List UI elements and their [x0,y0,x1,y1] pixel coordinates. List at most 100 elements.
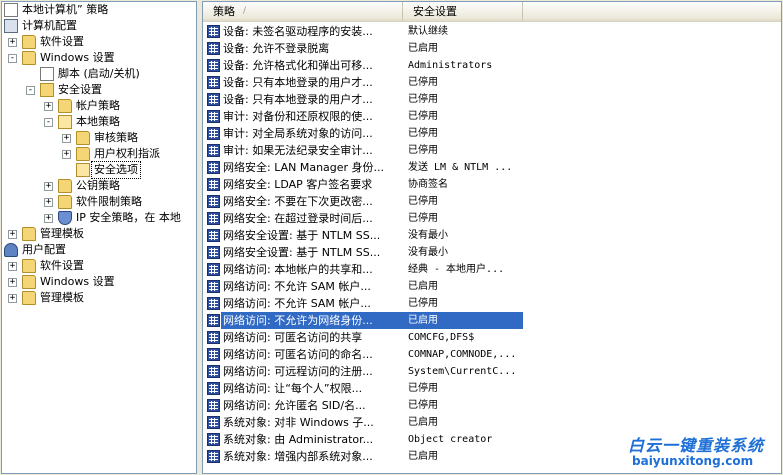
policy-setting: 没有最小 [408,247,448,258]
policy-icon [207,25,220,38]
policy-setting: Administrators [408,60,493,71]
policy-name: 网络访问: 让“每个人”权限... [223,382,363,395]
policy-icon [207,263,220,276]
policy-icon [207,297,220,310]
tree-item[interactable]: + 管理模板 [2,290,196,306]
tree-item[interactable]: 安全选项 [2,161,196,179]
policy-row[interactable]: 设备: 允许格式化和弹出可移... Administrators [203,57,781,74]
policy-icon [207,399,220,412]
tree-item[interactable]: + 软件设置 [2,34,196,50]
expand-icon[interactable]: + [44,198,53,207]
policy-row[interactable]: 审计: 对备份和还原权限的使... 已停用 [203,108,781,125]
policy-row[interactable]: 审计: 如果无法纪录安全审计... 已停用 [203,142,781,159]
policy-row[interactable]: 设备: 只有本地登录的用户才... 已停用 [203,74,781,91]
policy-setting: 已停用 [408,77,438,88]
policy-icon [207,59,220,72]
tree-item[interactable]: + 公钥策略 [2,178,196,194]
tree-item-label: Windows 设置 [40,275,115,288]
tree-item[interactable]: + 帐户策略 [2,98,196,114]
policy-icon [207,416,220,429]
tree-item[interactable]: + 审核策略 [2,130,196,146]
watermark-logo: 白云一键重装系统 baiyunxitong.com [620,432,780,472]
tree-item[interactable]: + 管理模板 [2,226,196,242]
tree-item[interactable]: + Windows 设置 [2,274,196,290]
tree-item[interactable]: + 软件限制策略 [2,194,196,210]
policy-row[interactable]: 网络访问: 不允许为网络身份... 已启用 [203,312,781,329]
tree-item[interactable]: - 本地策略 [2,114,196,130]
policy-name: 设备: 允许不登录脱离 [223,42,330,55]
policy-setting: 已停用 [408,298,438,309]
folder-icon [22,35,36,49]
policy-name: 审计: 如果无法纪录安全审计... [223,144,373,157]
collapse-icon[interactable]: - [8,54,17,63]
policy-setting: 已停用 [408,196,438,207]
policy-row[interactable]: 网络访问: 允许匿名 SID/名... 已停用 [203,397,781,414]
tree-item[interactable]: - 安全设置 [2,82,196,98]
policy-row[interactable]: 网络访问: 不允许 SAM 帐户... 已停用 [203,295,781,312]
tree-item-label: 审核策略 [94,131,138,144]
policy-row[interactable]: 网络安全: LAN Manager 身份... 发送 LM & NTLM ... [203,159,781,176]
tree-item-label: 软件限制策略 [76,195,142,208]
policy-name: 网络访问: 本地帐户的共享和... [223,263,373,276]
policy-name: 设备: 只有本地登录的用户才... [223,76,373,89]
expand-icon[interactable]: + [62,134,71,143]
tree-item-label: 脚本 (启动/关机) [58,67,140,80]
expand-icon[interactable]: + [8,294,17,303]
policy-name: 网络访问: 可远程访问的注册... [223,365,373,378]
group-policy-window: 本地计算机” 策略 计算机配置 + 软件设置 - Windows 设置 脚本 (启动/关机)… [0,0,783,475]
policy-row[interactable]: 网络安全: 不要在下次更改密... 已停用 [203,193,781,210]
expand-icon[interactable]: + [44,182,53,191]
expand-icon[interactable]: + [8,262,17,271]
policy-setting: 经典 - 本地用户... [408,264,505,275]
policy-icon [207,212,220,225]
script-icon [40,67,54,81]
policy-icon [207,178,220,191]
column-header-setting[interactable]: 安全设置 [403,2,523,21]
expand-icon[interactable]: + [44,102,53,111]
folder-icon [76,147,90,161]
tree-item[interactable]: 本地计算机” 策略 [2,2,196,18]
policy-row[interactable]: 网络访问: 让“每个人”权限... 已停用 [203,380,781,397]
policy-row[interactable]: 系统对象: 对非 Windows 子... 已启用 [203,414,781,431]
policy-row[interactable]: 网络访问: 可匿名访问的共享 COMCFG,DFS$ [203,329,781,346]
policy-row[interactable]: 设备: 只有本地登录的用户才... 已停用 [203,91,781,108]
folder-icon [58,195,72,209]
policy-row[interactable]: 网络安全: 在超过登录时间后... 已停用 [203,210,781,227]
tree-item[interactable]: 用户配置 [2,242,196,258]
policy-row[interactable]: 设备: 未签名驱动程序的安装... 默认继续 [203,23,781,40]
policy-name: 网络访问: 不允许为网络身份... [223,314,373,327]
policy-list-view[interactable]: 策略 / 安全设置 设备: 未签名驱动程序的安装... 默认继续 设备: 允许不登录… [202,1,782,474]
tree-item[interactable]: 脚本 (启动/关机) [2,66,196,82]
policy-setting: 已启用 [408,43,438,54]
policy-row[interactable]: 网络安全: LDAP 客户签名要求 协商签名 [203,176,781,193]
collapse-icon[interactable]: - [26,86,35,95]
folder-icon [22,275,36,289]
policy-row[interactable]: 网络安全设置: 基于 NTLM SS... 没有最小 [203,227,781,244]
tree-item-label: 计算机配置 [22,19,77,32]
policy-setting: COMNAP,COMNODE,... [408,349,517,360]
policy-row[interactable]: 网络访问: 不允许 SAM 帐户... 已启用 [203,278,781,295]
policy-row[interactable]: 审计: 对全局系统对象的访问... 已停用 [203,125,781,142]
tree-item[interactable]: + 用户权利指派 [2,146,196,162]
expand-icon[interactable]: + [62,150,71,159]
policy-name: 系统对象: 对非 Windows 子... [223,416,374,429]
policy-setting: COMCFG,DFS$ [408,332,475,343]
tree-item[interactable]: - Windows 设置 [2,50,196,66]
policy-row[interactable]: 网络访问: 可远程访问的注册... System\CurrentC... [203,363,781,380]
policy-row[interactable]: 网络安全设置: 基于 NTLM SS... 没有最小 [203,244,781,261]
column-header-policy[interactable]: 策略 / [203,2,403,21]
tree-item-label: Windows 设置 [40,51,115,64]
expand-icon[interactable]: + [8,38,17,47]
tree-item[interactable]: + IP 安全策略，在 本地 [2,210,196,226]
tree-item-label: 管理模板 [40,291,84,304]
tree-item[interactable]: 计算机配置 [2,18,196,34]
policy-row[interactable]: 网络访问: 本地帐户的共享和... 经典 - 本地用户... [203,261,781,278]
policy-row[interactable]: 设备: 允许不登录脱离 已启用 [203,40,781,57]
policy-row[interactable]: 网络访问: 可匿名访问的命名... COMNAP,COMNODE,... [203,346,781,363]
collapse-icon[interactable]: - [44,118,53,127]
expand-icon[interactable]: + [44,214,53,223]
expand-icon[interactable]: + [8,230,17,239]
tree-item[interactable]: + 软件设置 [2,258,196,274]
expand-icon[interactable]: + [8,278,17,287]
console-tree[interactable]: 本地计算机” 策略 计算机配置 + 软件设置 - Windows 设置 脚本 (启动/关机)… [1,1,197,474]
